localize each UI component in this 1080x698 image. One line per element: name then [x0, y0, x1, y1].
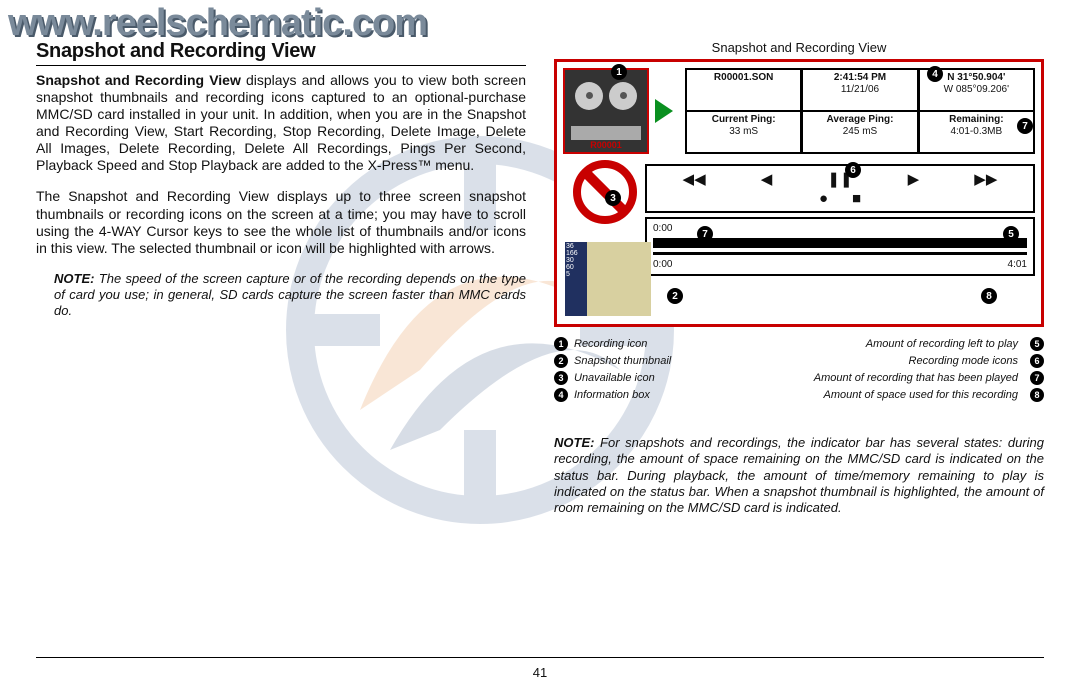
- recording-icon-thumb: R00001: [563, 68, 649, 154]
- callout-4: 4: [927, 66, 943, 82]
- legend-num: 4: [554, 388, 568, 402]
- callout-7a: 7: [1017, 118, 1033, 134]
- legend-num: 6: [1030, 354, 1044, 368]
- step-fwd-icon: ▶: [908, 170, 920, 188]
- recording-label: R00001: [565, 140, 647, 150]
- note1-label: NOTE:: [54, 271, 94, 286]
- unavailable-icon: [573, 160, 637, 224]
- page-number: 41: [0, 665, 1080, 680]
- legend-text: Recording icon: [574, 338, 647, 350]
- callout-8: 8: [981, 288, 997, 304]
- record-icon: ●: [819, 190, 828, 207]
- paragraph-2: The Snapshot and Recording View displays…: [36, 188, 526, 256]
- legend-num: 3: [554, 371, 568, 385]
- sonar-v2: 166: [566, 250, 586, 257]
- note2-label: NOTE:: [554, 435, 594, 450]
- paragraph-1: Snapshot and Recording View displays and…: [36, 72, 526, 174]
- legend-text: Recording mode icons: [814, 355, 1018, 367]
- legend-num: 8: [1030, 388, 1044, 402]
- info-lon: W 085°09.206': [924, 84, 1029, 96]
- info-time: 2:41:54 PM: [807, 72, 912, 84]
- sonar-v3: 30: [566, 257, 586, 264]
- callout-1: 1: [611, 64, 627, 80]
- step-back-icon: ◀: [761, 170, 773, 188]
- note1-text: The speed of the screen capture or of th…: [54, 271, 526, 319]
- ffwd-icon: ▶▶: [974, 170, 997, 188]
- timeline-space-bar: [653, 252, 1027, 255]
- watermark-url: www.reelschematic.com: [8, 2, 427, 45]
- legend-right: Amount of recording left to play 5 Record…: [814, 337, 1044, 405]
- legend-text: Unavailable icon: [574, 372, 655, 384]
- playback-controls: ◀◀ ◀ ❚❚ ▶ ▶▶ ● ■: [645, 164, 1035, 213]
- callout-7b: 7: [697, 226, 713, 242]
- sonar-readout: 36 166 30 60 5: [565, 242, 587, 316]
- sonar-v1: 36: [566, 243, 586, 250]
- tape-body-icon: [571, 126, 641, 140]
- legend-num: 1: [554, 337, 568, 351]
- para1-lead: Snapshot and Recording View: [36, 72, 241, 88]
- sonar-v4: 60: [566, 264, 586, 271]
- sonar-v5: 5: [566, 271, 586, 278]
- ping-avg-label: Average Ping:: [807, 114, 912, 126]
- info-box-row2: Current Ping: 33 mS Average Ping: 245 mS…: [685, 110, 1035, 154]
- remain-label: Remaining:: [924, 114, 1029, 126]
- callout-5: 5: [1003, 226, 1019, 242]
- legend-text: Amount of recording left to play: [814, 338, 1018, 350]
- callout-6: 6: [845, 162, 861, 178]
- legend-num: 2: [554, 354, 568, 368]
- reel-left-icon: [575, 82, 603, 110]
- figure-caption: Snapshot and Recording View: [554, 40, 1044, 55]
- timeline-elapsed: 0:00: [653, 223, 672, 234]
- callout-3: 3: [605, 190, 621, 206]
- info-file: R00001.SON: [691, 72, 796, 84]
- stop-icon: ■: [852, 190, 861, 207]
- selection-arrow-icon: [655, 99, 673, 123]
- note-1: NOTE: The speed of the screen capture or…: [36, 271, 526, 320]
- ping-cur-val: 33 mS: [691, 126, 796, 138]
- info-box-row1: R00001.SON 2:41:54 PM 11/21/06 N 31°50.9…: [685, 68, 1035, 112]
- map-preview: [587, 242, 651, 316]
- remain-val: 4:01-0.3MB: [924, 126, 1029, 138]
- note-2: NOTE: For snapshots and recordings, the …: [554, 435, 1044, 516]
- rewind-icon: ◀◀: [683, 170, 706, 188]
- timeline-end: 4:01: [1008, 259, 1027, 270]
- figure-legend: 1 Recording icon 2 Snapshot thumbnail 3 Una…: [554, 337, 1044, 405]
- legend-text: Information box: [574, 389, 650, 401]
- legend-text: Amount of space used for this recording: [814, 389, 1018, 401]
- legend-num: 7: [1030, 371, 1044, 385]
- footer-rule: [36, 657, 1044, 658]
- snapshot-thumb: 36 166 30 60 5: [565, 242, 651, 316]
- legend-num: 5: [1030, 337, 1044, 351]
- ping-avg-val: 245 mS: [807, 126, 912, 138]
- reel-right-icon: [609, 82, 637, 110]
- legend-text: Snapshot thumbnail: [574, 355, 671, 367]
- note2-text: For snapshots and recordings, the indica…: [554, 435, 1044, 515]
- legend-text: Amount of recording that has been played: [814, 372, 1018, 384]
- legend-left: 1 Recording icon 2 Snapshot thumbnail 3 Una…: [554, 337, 671, 405]
- callout-2: 2: [667, 288, 683, 304]
- ping-cur-label: Current Ping:: [691, 114, 796, 126]
- device-figure: 1 4 7 3 6 7 5 2 8 R00001: [554, 59, 1044, 327]
- timeline-start: 0:00: [653, 259, 672, 270]
- info-date: 11/21/06: [807, 84, 912, 96]
